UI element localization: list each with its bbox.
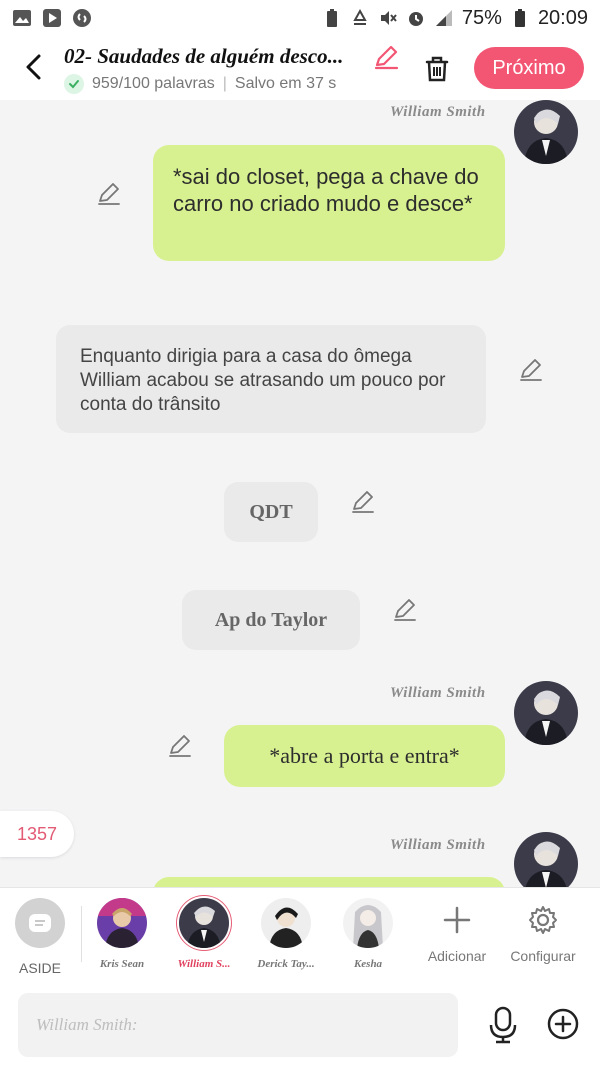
message-bubble[interactable]: *abre a porta e entra*	[224, 725, 505, 787]
edit-message-icon[interactable]	[518, 357, 544, 383]
character-name: Derick Tay...	[257, 958, 315, 970]
count-badge[interactable]: 1357	[0, 811, 74, 857]
status-bar: 75% 20:09	[0, 0, 600, 36]
play-store-icon	[42, 8, 62, 28]
input-bar	[0, 983, 600, 1067]
gallery-icon	[12, 8, 32, 28]
edit-title-icon[interactable]	[372, 44, 400, 72]
chat-area[interactable]: William Smith *sai do closet, pega a cha…	[0, 100, 600, 887]
recycle-icon	[350, 8, 370, 28]
word-count: 959/100 palavras	[92, 75, 215, 92]
shazam-icon	[72, 8, 92, 28]
character-kesha[interactable]: Kesha	[328, 898, 408, 970]
plus-icon	[412, 898, 502, 942]
trash-icon[interactable]	[420, 52, 454, 86]
sender-name: William Smith	[390, 837, 486, 853]
message-input[interactable]	[18, 993, 458, 1057]
character-william-smith[interactable]: William S...	[164, 898, 244, 970]
sender-name: William Smith	[390, 685, 486, 701]
edit-message-icon[interactable]	[96, 181, 122, 207]
battery-percent: 75%	[461, 6, 502, 29]
settings-button[interactable]: Configurar	[498, 898, 588, 964]
narration-bubble[interactable]: Enquanto dirigia para a casa do ômega Wi…	[56, 325, 486, 433]
check-icon	[64, 74, 84, 94]
avatar	[261, 898, 311, 948]
edit-message-icon[interactable]	[167, 733, 193, 759]
signal-icon	[434, 8, 454, 28]
scene-bubble[interactable]: QDT	[224, 482, 318, 542]
aside-button[interactable]: ASIDE	[0, 898, 80, 976]
aside-icon	[15, 898, 65, 948]
save-status: 959/100 palavras | Salvo em 37 s	[64, 74, 336, 94]
back-button[interactable]	[18, 52, 48, 82]
avatar	[179, 898, 229, 948]
scene-bubble[interactable]: Ap do Taylor	[182, 590, 360, 650]
character-name: Kesha	[353, 958, 383, 970]
edit-message-icon[interactable]	[350, 489, 376, 515]
character-derick-taylor[interactable]: Derick Tay...	[246, 898, 326, 970]
gear-icon	[498, 898, 588, 942]
settings-label: Configurar	[510, 948, 576, 964]
edit-message-icon[interactable]	[392, 597, 418, 623]
avatar[interactable]	[514, 832, 578, 887]
character-name: Kris Sean	[99, 958, 145, 970]
sender-name: William Smith	[390, 104, 486, 120]
meta-separator: |	[222, 75, 227, 92]
clock: 20:09	[537, 6, 588, 29]
avatar[interactable]	[514, 100, 578, 164]
add-character-button[interactable]: Adicionar	[412, 898, 502, 964]
character-name: William S...	[177, 958, 231, 970]
next-button[interactable]: Próximo	[474, 47, 584, 89]
message-bubble[interactable]	[153, 877, 505, 887]
alarm-icon	[406, 8, 426, 28]
microphone-icon[interactable]	[486, 1005, 520, 1045]
story-title[interactable]: 02- Saudades de alguém desco...	[64, 44, 364, 69]
aside-label: ASIDE	[18, 960, 61, 976]
avatar	[343, 898, 393, 948]
saved-status: Salvo em 37 s	[234, 75, 337, 92]
avatar	[97, 898, 147, 948]
character-bar: ASIDE Kris Sean William S... Derick Tay.…	[0, 887, 600, 983]
add-media-icon[interactable]	[546, 1007, 580, 1041]
battery-icon	[510, 8, 530, 28]
add-label: Adicionar	[427, 948, 487, 964]
battery-saver-icon	[322, 8, 342, 28]
mute-icon	[378, 8, 398, 28]
chevron-left-icon	[26, 54, 41, 80]
message-bubble[interactable]: *sai do closet, pega a chave do carro no…	[153, 145, 505, 261]
avatar[interactable]	[514, 681, 578, 745]
character-kris-sean[interactable]: Kris Sean	[82, 898, 162, 970]
story-header: 02- Saudades de alguém desco... 959/100 …	[0, 36, 600, 100]
